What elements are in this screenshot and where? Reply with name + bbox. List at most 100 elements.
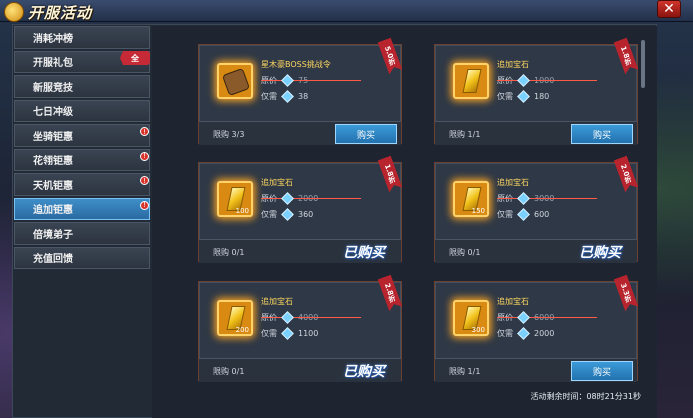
item-quantity: 100 xyxy=(235,207,249,215)
gem-icon[interactable]: 200 xyxy=(217,300,253,336)
item-quantity: 150 xyxy=(471,207,485,215)
buy-button[interactable]: 购买 xyxy=(571,124,633,144)
strikethrough-line xyxy=(497,198,597,199)
card-body: 200 追加宝石 原价 4000 仅需 1100 2.8折 xyxy=(199,282,401,358)
strikethrough-line xyxy=(497,80,597,81)
purchase-limit: 限购 3/3 xyxy=(213,130,245,139)
sale-price: 2000 xyxy=(534,329,555,338)
notification-dot: ! xyxy=(140,151,149,161)
original-price-row: 原价 2000 xyxy=(261,192,361,205)
discount-ribbon: 1.8折 xyxy=(614,38,639,75)
strikethrough-line xyxy=(261,317,361,318)
event-timer: 活动剩余时间：08时21分31秒 xyxy=(530,392,641,401)
sale-price-row: 仅需 2000 xyxy=(497,327,555,340)
discount-ribbon: 2.8折 xyxy=(378,275,403,312)
card-body: 追加宝石 原价 1000 仅需 180 1.8折 xyxy=(435,45,637,121)
notification-dot: ! xyxy=(140,127,149,136)
card-footer: 限购 1/1 购买 xyxy=(435,121,637,145)
purchased-label: 已购买 xyxy=(579,245,621,261)
sidebar-item-feather-deal[interactable]: 花翎钜惠 ! xyxy=(14,148,150,171)
item-name: 追加宝石 xyxy=(497,178,529,187)
discount-ribbon: 5.0折 xyxy=(378,38,403,75)
purchase-limit: 限购 1/1 xyxy=(449,130,481,139)
scroll-icon[interactable] xyxy=(217,63,253,99)
sale-price-row: 仅需 180 xyxy=(497,90,550,103)
item-quantity: 300 xyxy=(471,326,485,334)
gem-icon[interactable]: 300 xyxy=(453,300,489,336)
sale-price: 360 xyxy=(298,210,314,219)
gem-icon[interactable] xyxy=(453,63,489,99)
gem-icon[interactable]: 100 xyxy=(217,181,253,217)
item-name: 追加宝石 xyxy=(261,297,293,306)
sidebar-item-label: 追加钜惠 xyxy=(33,205,73,217)
original-price-row: 原价 1000 xyxy=(497,74,597,87)
content-area: 星木豪BOSS挑战令 原价 75 仅需 38 5.0折 限购 3/3 购买 xyxy=(152,26,657,418)
strikethrough-line xyxy=(261,198,361,199)
sidebar-item-label: 消耗冲榜 xyxy=(33,33,73,45)
card-body: 星木豪BOSS挑战令 原价 75 仅需 38 5.0折 xyxy=(199,45,401,121)
sidebar-item-label: 倍境弟子 xyxy=(33,229,73,241)
buy-button[interactable]: 购买 xyxy=(335,124,397,144)
original-price-row: 原价 6000 xyxy=(497,311,597,324)
sidebar-item-arena[interactable]: 新服竞技 xyxy=(14,75,150,98)
card-body: 300 追加宝石 原价 6000 仅需 2000 3.3折 xyxy=(435,282,637,358)
deal-card: 星木豪BOSS挑战令 原价 75 仅需 38 5.0折 限购 3/3 购买 xyxy=(198,44,402,145)
scroll-shape xyxy=(221,67,251,97)
sidebar-item-label: 七日冲级 xyxy=(33,107,73,119)
sidebar-item-label: 新服竞技 xyxy=(33,82,73,94)
card-footer: 限购 0/1 已购买 xyxy=(199,239,401,263)
diamond-icon xyxy=(281,90,294,103)
original-price-row: 原价 4000 xyxy=(261,311,361,324)
item-name: 星木豪BOSS挑战令 xyxy=(261,60,331,69)
sale-price: 38 xyxy=(298,92,309,101)
title-bar: 开服活动 xyxy=(0,0,693,22)
item-name: 追加宝石 xyxy=(261,178,293,187)
diamond-icon xyxy=(517,208,530,221)
gem-icon[interactable]: 150 xyxy=(453,181,489,217)
sidebar-item-label: 坐骑钜惠 xyxy=(33,131,73,143)
sale-price: 180 xyxy=(534,92,550,101)
diamond-icon xyxy=(517,327,530,340)
sidebar-item-label: 花翎钜惠 xyxy=(33,156,73,168)
purchase-limit: 限购 0/1 xyxy=(213,367,245,376)
card-body: 150 追加宝石 原价 3000 仅需 600 2.0折 xyxy=(435,163,637,239)
scrollbar[interactable] xyxy=(641,40,645,88)
sidebar-item-seven-day[interactable]: 七日冲级 xyxy=(14,99,150,122)
diamond-icon xyxy=(281,74,294,87)
card-body: 100 追加宝石 原价 2000 仅需 360 1.8折 xyxy=(199,163,401,239)
close-button[interactable]: ✕ xyxy=(657,0,681,18)
now-label: 仅需 xyxy=(497,210,513,219)
diamond-icon xyxy=(281,327,294,340)
now-label: 仅需 xyxy=(261,329,277,338)
card-footer: 限购 0/1 已购买 xyxy=(199,358,401,382)
now-label: 仅需 xyxy=(261,210,277,219)
sidebar-item-label: 充值回馈 xyxy=(33,254,73,266)
sale-price-row: 仅需 1100 xyxy=(261,327,318,340)
original-price-row: 原价 3000 xyxy=(497,192,597,205)
sidebar-item-consume-rank[interactable]: 消耗冲榜 xyxy=(14,26,150,49)
diamond-icon xyxy=(517,90,530,103)
sidebar-item-extra-deal[interactable]: 追加钜惠 ! xyxy=(14,197,150,220)
diamond-icon xyxy=(517,311,530,324)
deal-card: 150 追加宝石 原价 3000 仅需 600 2.0折 限购 0/1 已购买 xyxy=(434,162,638,263)
item-name: 追加宝石 xyxy=(497,60,529,69)
deal-card: 追加宝石 原价 1000 仅需 180 1.8折 限购 1/1 购买 xyxy=(434,44,638,145)
sidebar-item-label: 天机钜惠 xyxy=(33,180,73,192)
card-footer: 限购 3/3 购买 xyxy=(199,121,401,145)
card-footer: 限购 1/1 购买 xyxy=(435,358,637,382)
sidebar-item-recharge[interactable]: 充值回馈 xyxy=(14,246,150,269)
now-label: 仅需 xyxy=(261,92,277,101)
purchase-limit: 限购 0/1 xyxy=(213,248,245,257)
purchase-limit: 限购 0/1 xyxy=(449,248,481,257)
deal-card: 100 追加宝石 原价 2000 仅需 360 1.8折 限购 0/1 已购买 xyxy=(198,162,402,263)
diamond-icon xyxy=(281,192,294,205)
sale-price-row: 仅需 38 xyxy=(261,90,309,103)
buy-button[interactable]: 购买 xyxy=(571,361,633,381)
discount-ribbon: 1.8折 xyxy=(378,156,403,193)
sale-price-row: 仅需 360 xyxy=(261,208,314,221)
sidebar-item-mount-deal[interactable]: 坐骑钜惠 ! xyxy=(14,124,150,147)
deal-card: 300 追加宝石 原价 6000 仅需 2000 3.3折 限购 1/1 购买 xyxy=(434,281,638,382)
sidebar-item-tianji-deal[interactable]: 天机钜惠 ! xyxy=(14,173,150,196)
strikethrough-line xyxy=(497,317,597,318)
sidebar-item-disciple[interactable]: 倍境弟子 xyxy=(14,222,150,245)
